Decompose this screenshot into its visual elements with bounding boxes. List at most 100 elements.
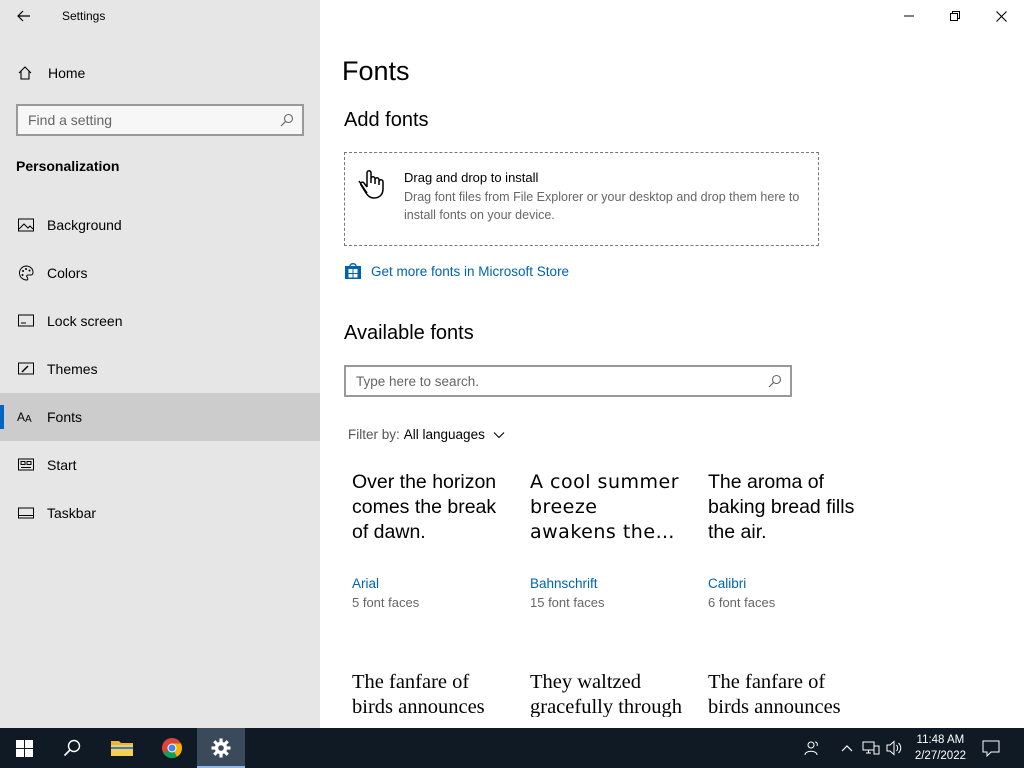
setting-search-box: [16, 104, 304, 136]
window-controls: [886, 0, 1024, 32]
start-button[interactable]: [0, 728, 48, 768]
font-sample: They waltzed gracefully through the air: [530, 671, 682, 717]
microsoft-store-link[interactable]: Get more fonts in Microsoft Store: [344, 262, 569, 280]
font-faces-count: 6 font faces: [708, 595, 776, 610]
sidebar-item-background[interactable]: Background: [0, 201, 320, 249]
search-icon[interactable]: [760, 374, 790, 388]
search-icon[interactable]: [272, 113, 302, 127]
chrome-icon: [162, 738, 183, 759]
store-link-label: Get more fonts in Microsoft Store: [371, 263, 570, 279]
svg-text:A: A: [17, 410, 25, 424]
font-name: Calibri: [708, 576, 747, 591]
font-card-arial[interactable]: Over the horizon comes the break of dawn…: [352, 470, 512, 610]
sidebar-item-fonts[interactable]: AA Fonts: [0, 393, 320, 441]
font-sample: The fanfare of birds announces the morni…: [708, 671, 841, 717]
sidebar-item-themes[interactable]: Themes: [0, 345, 320, 393]
palette-icon: [17, 265, 35, 281]
file-explorer-button[interactable]: [98, 728, 146, 768]
add-fonts-heading: Add fonts: [344, 109, 429, 131]
home-icon: [17, 65, 33, 81]
action-center-button[interactable]: [974, 728, 1008, 768]
minimize-icon: [904, 15, 914, 17]
clock-time: 11:48 AM: [916, 734, 965, 746]
font-sample: The aroma of baking bread fills the air.: [708, 471, 855, 543]
network-icon: [862, 741, 880, 755]
sidebar-item-lock-screen[interactable]: Lock screen: [0, 297, 320, 345]
sidebar-item-start[interactable]: Start: [0, 441, 320, 489]
sidebar-item-label: Lock screen: [47, 313, 123, 329]
font-card-row2-1[interactable]: The fanfare of birds announces the morni…: [352, 670, 512, 717]
chevron-up-icon: [841, 745, 853, 752]
minimize-button[interactable]: [886, 0, 932, 32]
font-drop-zone[interactable]: Drag and drop to install Drag font files…: [344, 152, 819, 246]
people-icon: [804, 741, 818, 756]
font-sample: A cool summer breeze awakens the…: [530, 471, 680, 543]
drop-zone-description: Drag font files from File Explorer or yo…: [404, 190, 800, 222]
sidebar: Settings Home Personalization Background…: [0, 0, 320, 728]
network-button[interactable]: [860, 728, 882, 768]
font-card-bahnschrift[interactable]: A cool summer breeze awakens the… Bahnsc…: [530, 470, 690, 610]
font-icon: AA: [17, 409, 35, 425]
close-button[interactable]: [978, 0, 1024, 32]
chrome-button[interactable]: [148, 728, 196, 768]
font-faces-count: 5 font faces: [352, 595, 420, 610]
available-fonts-heading: Available fonts: [344, 322, 474, 344]
sidebar-item-label: Background: [47, 217, 122, 233]
font-card-row2-3[interactable]: The fanfare of birds announces the morni…: [708, 670, 868, 717]
windows-logo-icon: [15, 739, 33, 757]
filter-value: All languages: [403, 427, 485, 442]
sidebar-item-colors[interactable]: Colors: [0, 249, 320, 297]
gear-icon: [211, 738, 231, 758]
notification-icon: [982, 740, 1000, 757]
language-filter[interactable]: Filter by: All languages: [348, 427, 505, 442]
sidebar-item-label: Colors: [47, 265, 88, 281]
taskbar-icon: [17, 505, 35, 521]
start-tiles-icon: [17, 457, 35, 473]
font-sample: Over the horizon comes the break of dawn…: [352, 471, 497, 543]
sidebar-item-taskbar[interactable]: Taskbar: [0, 489, 320, 537]
speaker-icon: [886, 740, 902, 756]
section-title: Personalization: [16, 158, 120, 174]
sidebar-item-label: Fonts: [47, 409, 83, 425]
page-title: Fonts: [342, 56, 410, 86]
font-name: Bahnschrift: [530, 576, 598, 591]
taskbar-clock[interactable]: 11:48 AM 2/27/2022: [915, 732, 966, 764]
clock-date: 2/27/2022: [914, 750, 966, 762]
font-faces-count: 15 font faces: [530, 595, 605, 610]
lock-screen-icon: [17, 313, 35, 329]
sidebar-item-label: Taskbar: [47, 505, 97, 521]
font-card-calibri[interactable]: The aroma of baking bread fills the air.…: [708, 470, 868, 610]
restore-button[interactable]: [932, 0, 978, 32]
settings-taskbar-button[interactable]: [197, 728, 245, 768]
brush-icon: [17, 361, 35, 377]
hand-cursor-icon: [357, 167, 391, 199]
show-hidden-icons-button[interactable]: [838, 728, 856, 768]
drop-zone-title: Drag and drop to install: [404, 170, 539, 185]
people-button[interactable]: [798, 728, 826, 768]
font-card-row2-2[interactable]: They waltzed gracefully through the air: [530, 670, 690, 717]
picture-icon: [17, 217, 35, 233]
volume-button[interactable]: [884, 728, 906, 768]
app-title: Settings: [62, 9, 106, 23]
chevron-down-icon: [493, 431, 505, 439]
font-search-input[interactable]: [346, 367, 760, 395]
taskbar: 11:48 AM 2/27/2022: [0, 728, 1024, 768]
sidebar-item-label: Themes: [47, 361, 98, 377]
restore-icon: [950, 11, 960, 21]
back-button[interactable]: [10, 4, 38, 28]
svg-text:A: A: [25, 414, 32, 424]
font-sample: The fanfare of birds announces the morni…: [352, 671, 485, 717]
sidebar-nav: Background Colors Lock screen Themes AA …: [0, 201, 320, 537]
setting-search-input[interactable]: [18, 106, 272, 134]
font-name: Arial: [352, 576, 380, 591]
sidebar-item-label: Home: [48, 65, 86, 81]
filter-label: Filter by:: [348, 427, 400, 442]
close-icon: [995, 10, 1007, 22]
taskbar-search-button[interactable]: [48, 728, 96, 768]
title-bar: Settings: [0, 0, 320, 32]
sidebar-item-home[interactable]: Home: [0, 57, 320, 89]
back-arrow-icon: [17, 10, 30, 22]
search-icon: [63, 739, 81, 757]
font-search-box: [344, 365, 792, 397]
microsoft-store-icon: [345, 263, 361, 279]
